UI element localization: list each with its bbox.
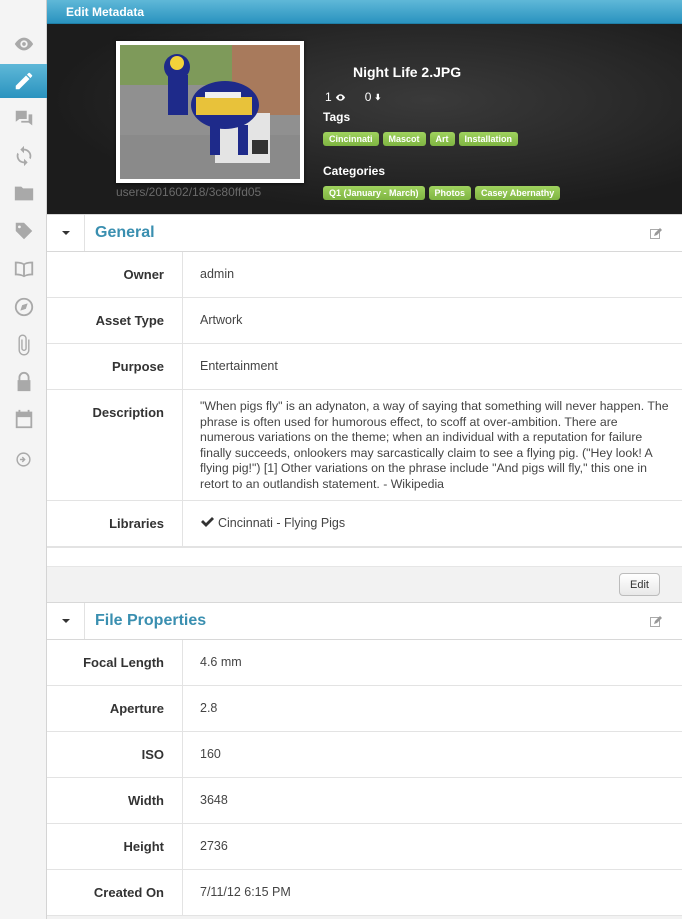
eye-icon (335, 93, 345, 101)
height-value: 2736 (200, 839, 228, 853)
collapse-toggle[interactable] (47, 603, 85, 639)
aperture-label: Aperture (47, 686, 183, 731)
asset-header: users/201602/18/3c80ffd05 Night Life 2.J… (47, 24, 682, 214)
asset-path: users/201602/18/3c80ffd05 (116, 185, 262, 199)
sidebar-item-tags[interactable] (0, 214, 47, 248)
downloads-count: 0 (365, 90, 383, 104)
aperture-value: 2.8 (200, 701, 218, 715)
collapse-toggle[interactable] (47, 215, 85, 251)
description-row: Description "When pigs fly" is an adynat… (47, 390, 682, 501)
created-on-label: Created On (47, 870, 183, 915)
asset-type-value: Artwork (200, 313, 243, 327)
sidebar-item-library[interactable] (0, 252, 47, 286)
tag-badge[interactable]: Cincinnati (323, 132, 379, 146)
sidebar-item-navigate[interactable] (0, 290, 47, 324)
height-row: Height 2736 (47, 824, 682, 870)
libraries-label: Libraries (47, 501, 183, 546)
paperclip-icon (18, 334, 29, 356)
calendar-icon (15, 409, 32, 429)
purpose-row: Purpose Entertainment (47, 344, 682, 390)
pig-statue-image (120, 45, 300, 179)
owner-label: Owner (47, 252, 183, 297)
category-list: Q1 (January - March) Photos Casey Aberna… (323, 186, 561, 200)
comments-icon (15, 110, 32, 126)
file-properties-panel-title: File Properties (95, 612, 207, 629)
sidebar-item-expand[interactable] (0, 442, 47, 476)
tag-list: Cincinnati Mascot Art Installation (323, 132, 519, 146)
edit-icon[interactable] (650, 228, 662, 240)
views-count: 1 (325, 90, 347, 104)
width-label: Width (47, 778, 183, 823)
tags-label: Tags (323, 110, 351, 124)
libraries-row: Libraries Cincinnati - Flying Pigs (47, 501, 682, 547)
edit-metadata-page: Edit Metadata users/201602/18/3c80ffd05 … (0, 0, 682, 919)
aperture-row: Aperture 2.8 (47, 686, 682, 732)
lock-icon (17, 371, 30, 392)
width-row: Width 3648 (47, 778, 682, 824)
window-title: Edit Metadata (66, 5, 145, 19)
sync-icon (16, 145, 31, 167)
iso-label: ISO (47, 732, 183, 777)
edit-icon[interactable] (650, 616, 662, 628)
title-bar-corner (0, 0, 47, 24)
general-fields: Owner admin Asset Type Artwork Purpose E… (47, 252, 682, 547)
sidebar-item-folders[interactable] (0, 176, 47, 210)
edit-button[interactable]: Edit (619, 573, 660, 596)
tag-icon (15, 222, 32, 240)
check-icon (201, 517, 214, 527)
general-panel-footer: Edit (47, 547, 682, 602)
iso-value: 160 (200, 747, 221, 761)
library-name: Cincinnati - Flying Pigs (218, 516, 346, 530)
pencil-icon (15, 72, 32, 90)
compass-icon (14, 297, 33, 317)
focal-length-label: Focal Length (47, 640, 183, 685)
download-icon (375, 93, 381, 100)
sidebar-item-sync[interactable] (0, 139, 47, 173)
tag-badge[interactable]: Installation (458, 132, 519, 146)
categories-label: Categories (323, 164, 386, 178)
asset-stats: 1 0 (325, 90, 382, 104)
created-on-row: Created On 7/11/12 6:15 PM (47, 870, 682, 916)
description-value: "When pigs fly" is an adynaton, a way of… (200, 399, 669, 491)
general-panel-title: General (95, 224, 155, 241)
sidebar-item-schedule[interactable] (0, 402, 47, 436)
arrow-right-circle-icon (16, 451, 31, 467)
owner-row: Owner admin (47, 252, 682, 298)
asset-file-name: Night Life 2.JPG (353, 64, 462, 80)
footer-spacer (47, 548, 682, 567)
asset-type-label: Asset Type (47, 298, 183, 343)
sidebar-item-attachments[interactable] (0, 328, 47, 362)
folder-icon (14, 186, 33, 201)
purpose-label: Purpose (47, 344, 183, 389)
focal-length-row: Focal Length 4.6 mm (47, 640, 682, 686)
category-badge[interactable]: Casey Abernathy (475, 186, 561, 200)
description-label: Description (47, 390, 183, 500)
thumbnail-image (120, 45, 300, 179)
height-label: Height (47, 824, 183, 869)
general-panel-header: General (47, 214, 682, 252)
sidebar-item-edit[interactable] (0, 64, 55, 98)
asset-thumbnail[interactable] (116, 41, 304, 183)
iso-row: ISO 160 (47, 732, 682, 778)
sidebar (0, 24, 55, 919)
title-bar: Edit Metadata (0, 0, 682, 24)
file-properties-fields: Focal Length 4.6 mm Aperture 2.8 ISO 160… (47, 640, 682, 916)
libraries-value: Cincinnati - Flying Pigs (183, 501, 682, 546)
eye-icon (14, 37, 33, 51)
created-on-value: 7/11/12 6:15 PM (200, 885, 291, 899)
category-badge[interactable]: Photos (428, 186, 472, 200)
sidebar-item-permissions[interactable] (0, 365, 47, 399)
sidebar-item-comments[interactable] (0, 102, 47, 136)
asset-type-row: Asset Type Artwork (47, 298, 682, 344)
sidebar-item-view[interactable] (0, 27, 47, 61)
purpose-value: Entertainment (200, 359, 278, 373)
width-value: 3648 (200, 793, 228, 807)
tag-badge[interactable]: Mascot (382, 132, 426, 146)
tag-badge[interactable]: Art (429, 132, 455, 146)
book-icon (14, 261, 33, 278)
file-properties-panel-header: File Properties (47, 602, 682, 640)
owner-value: admin (200, 267, 235, 281)
category-badge[interactable]: Q1 (January - March) (323, 186, 425, 200)
focal-length-value: 4.6 mm (200, 655, 242, 669)
